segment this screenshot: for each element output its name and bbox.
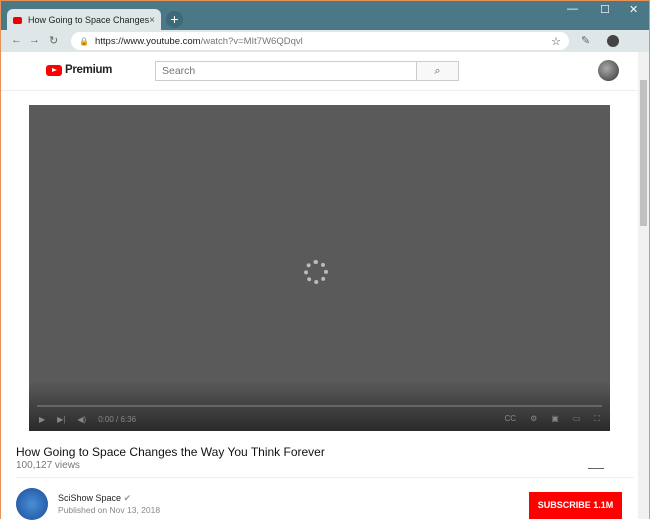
search-button[interactable]: ⌕ [417, 61, 459, 81]
publish-date: Published on Nov 13, 2018 [58, 505, 161, 515]
volume-icon[interactable]: ◀) [77, 415, 86, 424]
tab-title: How Going to Space Changes the Way You T… [28, 15, 150, 25]
search-input[interactable] [155, 61, 417, 81]
url-host: https://www.youtube.com [94, 35, 201, 47]
new-tab-button[interactable]: + [166, 11, 183, 28]
reload-icon[interactable]: ↻ [49, 34, 58, 47]
maximize-button[interactable]: ☐ [600, 3, 610, 16]
header-divider [1, 90, 638, 91]
channel-name-text: SciShow Space [58, 493, 122, 503]
divider [16, 477, 634, 478]
miniplayer-icon[interactable]: ▣ [551, 414, 559, 424]
extension-icon[interactable]: ✎ [581, 34, 590, 47]
avatar[interactable] [598, 60, 619, 81]
address-bar[interactable]: 🔒 https://www.youtube.com/watch?v=MIt7W6… [71, 32, 569, 50]
title-bar: How Going to Space Changes the Way You T… [1, 1, 649, 31]
bookmark-star-icon[interactable]: ☆ [551, 35, 561, 48]
video-title: How Going to Space Changes the Way You T… [16, 445, 325, 459]
player-controls: ▶ ▶| ◀) 0:00 / 6:36 CC ⚙ ▣ ▭ ⛶ [29, 407, 610, 431]
next-icon[interactable]: ▶| [57, 415, 65, 424]
logo-text: Premium [65, 64, 113, 76]
fullscreen-icon[interactable]: ⛶ [594, 414, 600, 424]
profile-icon[interactable] [607, 35, 619, 47]
more-actions-icon[interactable] [588, 468, 604, 469]
time-display: 0:00 / 6:36 [98, 414, 137, 424]
youtube-logo-icon [46, 64, 62, 76]
browser-tab[interactable]: How Going to Space Changes the Way You T… [7, 9, 161, 31]
url-path: /watch?v=MIt7W6QDqvl [200, 35, 303, 47]
captions-icon[interactable]: CC [505, 414, 517, 424]
settings-gear-icon[interactable]: ⚙ [530, 414, 537, 424]
channel-avatar[interactable] [16, 488, 48, 520]
youtube-page: Premium ⌕ ▶ ▶| ◀) 0:00 / 6:36 CC ⚙ ▣ ▭ ⛶… [1, 52, 638, 520]
tab-close-icon[interactable]: × [149, 15, 155, 26]
search-icon: ⌕ [434, 65, 441, 77]
lock-icon: 🔒 [79, 36, 89, 46]
forward-icon[interactable]: → [29, 34, 40, 46]
theater-mode-icon[interactable]: ▭ [573, 414, 581, 424]
browser-toolbar: ← → ↻ 🔒 https://www.youtube.com/watch?v=… [1, 30, 649, 52]
youtube-premium-logo[interactable]: Premium [46, 64, 112, 76]
close-button[interactable]: ✕ [629, 3, 638, 16]
scrollbar[interactable] [638, 52, 649, 519]
channel-name[interactable]: SciShow Space ✔ [58, 493, 131, 504]
verified-icon: ✔ [123, 493, 132, 503]
youtube-favicon-icon [13, 16, 22, 24]
play-icon[interactable]: ▶ [39, 415, 45, 424]
subscribe-button[interactable]: SUBSCRIBE 1.1M [529, 492, 622, 519]
view-count: 100,127 views [16, 460, 80, 471]
loading-spinner-icon [304, 260, 328, 284]
back-icon[interactable]: ← [11, 34, 22, 46]
minimize-button[interactable]: — [567, 3, 578, 15]
video-player[interactable]: ▶ ▶| ◀) 0:00 / 6:36 CC ⚙ ▣ ▭ ⛶ [29, 105, 610, 431]
scrollbar-thumb[interactable] [640, 80, 647, 226]
